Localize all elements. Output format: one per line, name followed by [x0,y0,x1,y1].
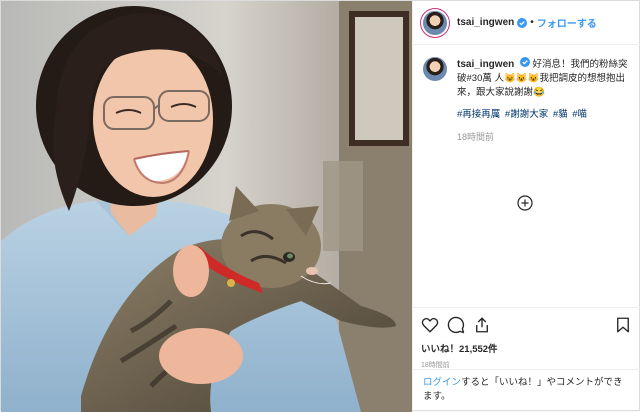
hashtags[interactable]: #再接再厲 #謝謝大家 #貓 #喵 [457,108,631,122]
heart-icon[interactable] [421,316,439,334]
action-icons [421,314,634,336]
caption-body: tsai_ingwen 好消息！我們的粉絲突破#30萬 人😺😺😺我把調皮的想想抱… [457,57,631,144]
caption-username[interactable]: tsai_ingwen [457,59,514,70]
caption: tsai_ingwen 好消息！我們的粉絲突破#30萬 人😺😺😺我把調皮的想想抱… [423,57,631,144]
share-icon[interactable] [473,316,491,334]
post-photo[interactable] [1,1,412,412]
instagram-post: tsai_ingwen • フォローする tsai_ingwen 好消息！我們的… [0,0,640,412]
post-header: tsai_ingwen • フォローする [413,1,640,45]
verified-badge-icon [517,17,528,28]
login-prompt: ログインすると「いいね！」やコメントができます。 [413,369,640,412]
caption-time: 18時間前 [457,132,495,142]
username[interactable]: tsai_ingwen [457,17,514,28]
photo-illustration [1,1,412,412]
likes-count[interactable]: いいね！21,552件 [421,341,634,355]
follow-button[interactable]: フォローする [537,15,597,30]
comments-area: tsai_ingwen 好消息！我們的粉絲突破#30萬 人😺😺😺我把調皮的想想抱… [413,45,640,307]
action-bar: いいね！21,552件 18時間前 [413,307,640,370]
avatar[interactable] [423,10,447,35]
post-sidebar: tsai_ingwen • フォローする tsai_ingwen 好消息！我們的… [412,1,640,412]
login-link[interactable]: ログイン [423,377,461,388]
caption-avatar[interactable] [423,57,447,81]
separator-dot: • [530,17,534,28]
bookmark-icon[interactable] [614,316,632,334]
load-more-comments-icon[interactable] [517,195,533,211]
verified-badge-icon [519,57,530,67]
comment-icon[interactable] [447,316,465,334]
